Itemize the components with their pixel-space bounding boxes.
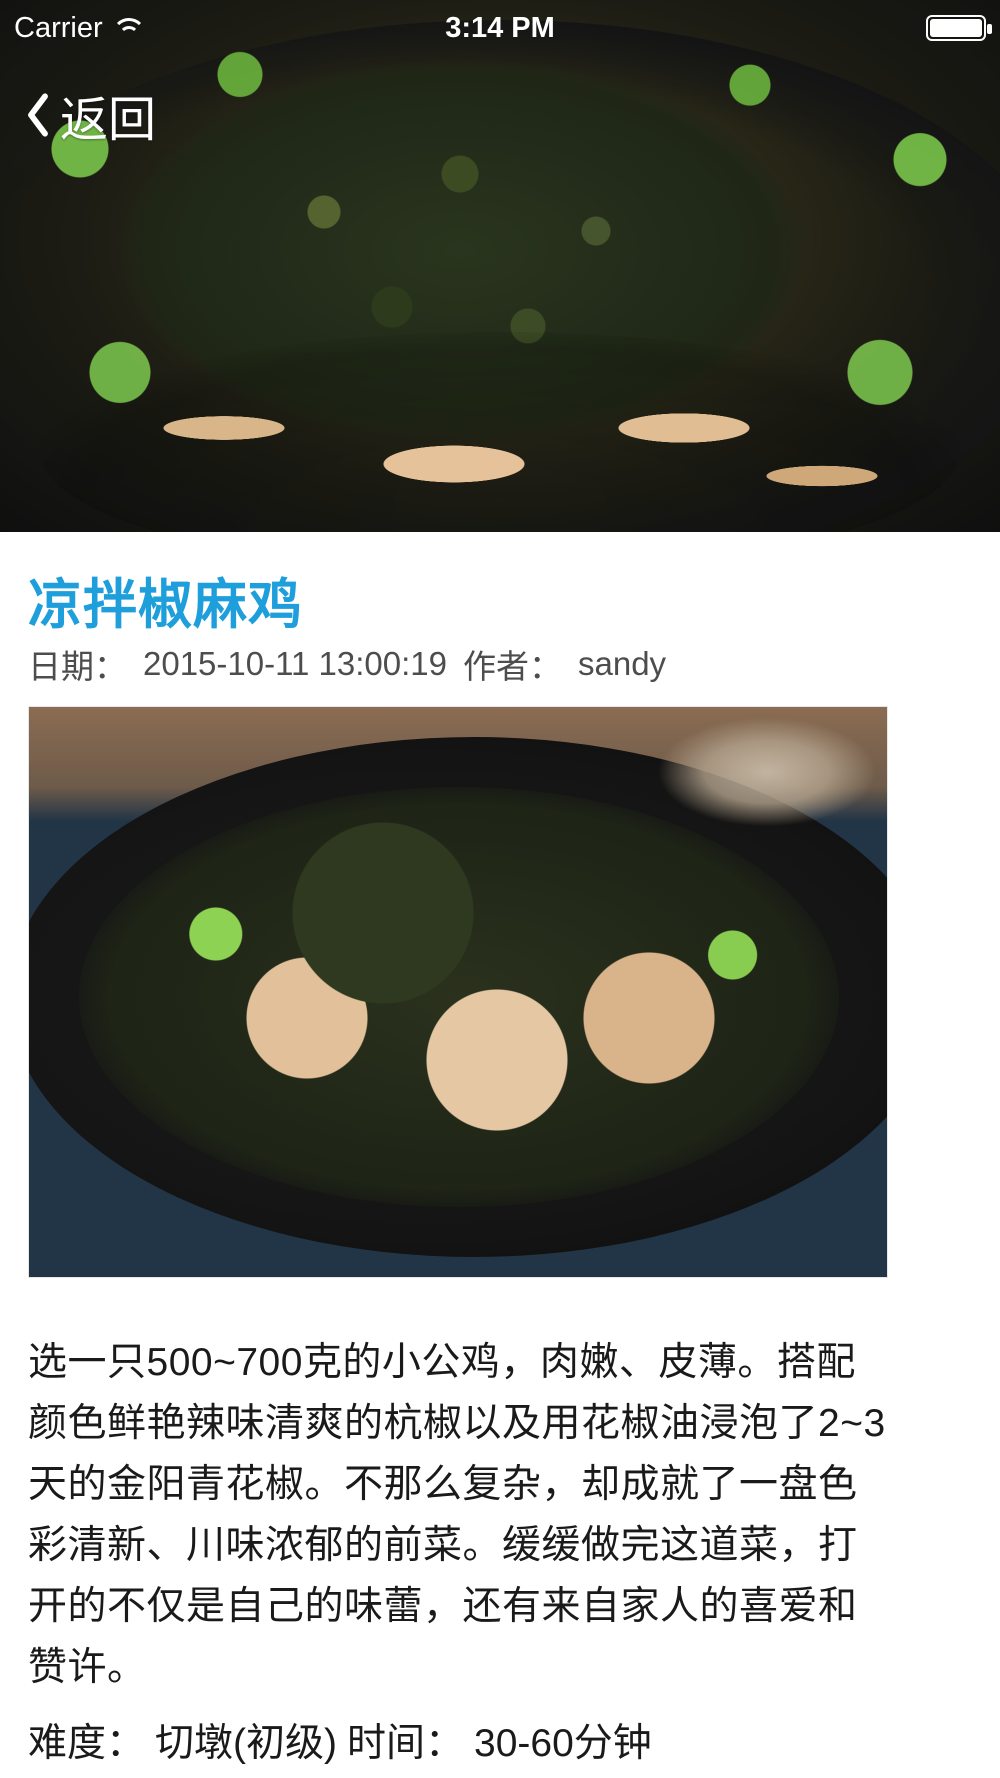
back-button-label: 返回	[60, 94, 157, 147]
author-label: 作者：	[462, 648, 562, 685]
time-value: 30-60分钟	[474, 1722, 652, 1765]
difficulty-value: 切墩(初级)	[155, 1722, 337, 1765]
article-title: 凉拌椒麻鸡	[28, 575, 303, 635]
dish-food-shape	[79, 787, 839, 1207]
status-time: 3:14 PM	[445, 11, 555, 44]
author-value: sandy	[577, 645, 667, 682]
battery-fill	[930, 19, 982, 37]
chevron-left-icon	[24, 91, 52, 139]
date-value: 2015-10-11 13:00:19	[143, 645, 447, 682]
back-button[interactable]: 返回	[24, 80, 156, 150]
status-bar: Carrier 3:14 PM	[0, 0, 1000, 56]
article-meta: 日期： 2015-10-11 13:00:19 作者： sandy	[28, 640, 972, 688]
background-dish-shape	[657, 717, 877, 827]
content-photo	[28, 706, 888, 1278]
recipe-specs: 难度： 切墩(初级) 时间： 30-60分钟	[28, 1712, 888, 1768]
recipe-detail-screen: Carrier 3:14 PM 返回 凉拌椒麻鸡 日期： 2015-10-11 …	[0, 0, 1000, 1778]
difficulty-label: 难度：	[28, 1722, 146, 1765]
battery-icon	[926, 15, 992, 41]
time-label: 时间：	[347, 1722, 465, 1765]
article-description: 选一只500~700克的小公鸡，肉嫩、皮薄。搭配颜色鲜艳辣味清爽的杭椒以及用花椒…	[28, 1341, 886, 1689]
date-label: 日期：	[28, 648, 127, 685]
